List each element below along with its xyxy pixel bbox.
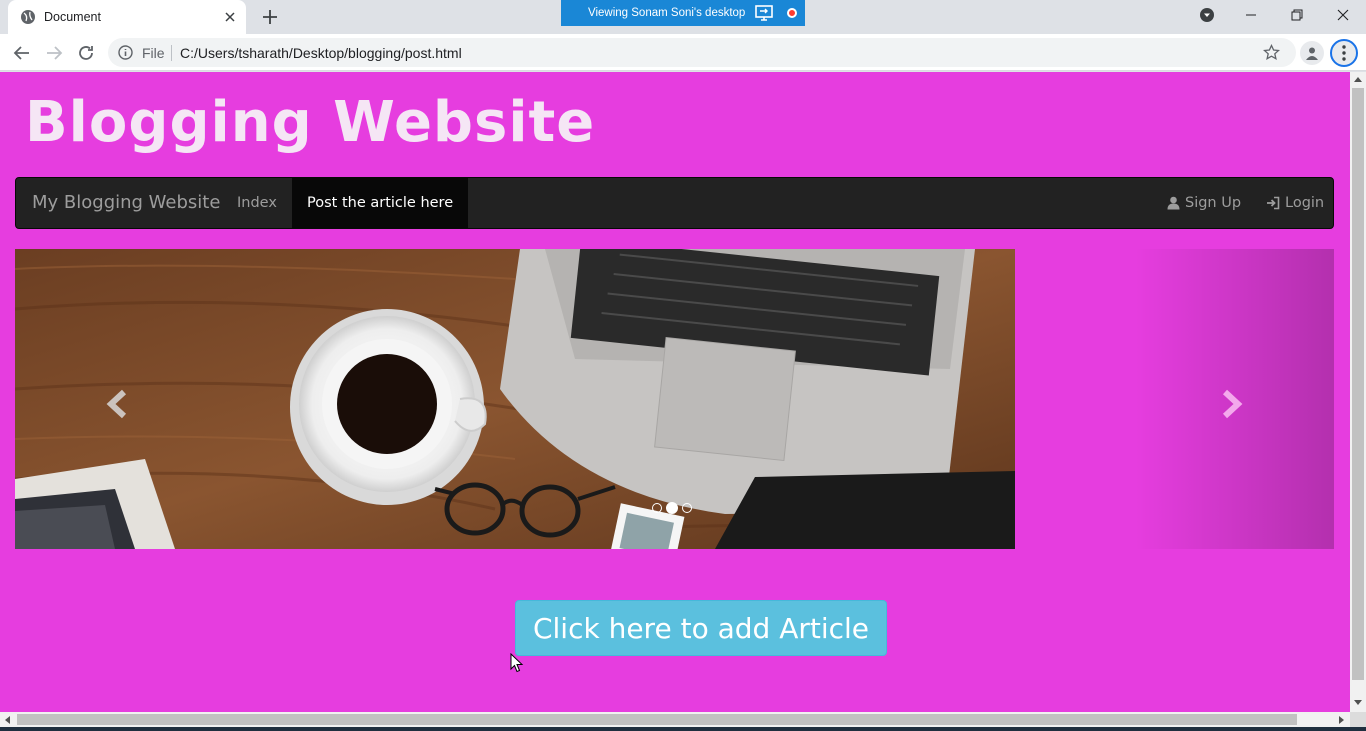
chevron-left-icon[interactable] [105, 389, 129, 419]
reload-icon [79, 46, 93, 60]
signup-link[interactable]: Sign Up [1167, 178, 1241, 228]
restore-button[interactable] [1274, 0, 1320, 30]
nav-link-index[interactable]: Index [237, 178, 277, 228]
login-link[interactable]: Login [1266, 178, 1324, 228]
url-text[interactable]: C:/Users/tsharath/Desktop/blogging/post.… [180, 45, 462, 61]
site-navbar: My Blogging Website Index Post the artic… [15, 177, 1334, 229]
profile-icon [1306, 47, 1318, 60]
screen-share-banner: Viewing Sonam Soni's desktop [561, 0, 805, 26]
kebab-menu-icon [1342, 45, 1346, 61]
globe-icon [21, 10, 35, 24]
back-button[interactable] [10, 41, 34, 65]
nav-link-post[interactable]: Post the article here [292, 178, 469, 228]
tab-title: Document [44, 10, 101, 24]
carousel-indicator-3[interactable] [682, 503, 692, 513]
chevron-right-icon[interactable] [1220, 389, 1244, 419]
browser-menu-button[interactable] [1330, 39, 1358, 67]
restore-icon [1291, 9, 1303, 21]
bookmark-star-icon[interactable] [1263, 44, 1280, 61]
tab-strip: Document Viewing Sonam Soni's desktop [0, 0, 1366, 34]
horizontal-scroll-thumb[interactable] [17, 714, 1297, 725]
user-icon [1167, 196, 1180, 210]
tab-search-button[interactable] [1184, 0, 1230, 30]
browser-toolbar: File C:/Users/tsharath/Desktop/blogging/… [0, 34, 1366, 71]
navbar-brand[interactable]: My Blogging Website [32, 192, 220, 213]
taskbar-edge [0, 727, 1366, 731]
scrollbar-corner [1350, 712, 1366, 727]
chevron-down-circle-icon [1200, 8, 1214, 22]
scroll-down-icon[interactable] [1354, 700, 1362, 706]
arrow-right-icon [47, 46, 63, 60]
minimize-button[interactable] [1228, 0, 1274, 30]
omnibox-divider [171, 45, 172, 61]
add-article-button[interactable]: Click here to add Article [515, 600, 887, 656]
site-title: Blogging Website [25, 90, 596, 155]
scroll-up-icon[interactable] [1354, 76, 1362, 82]
forward-button[interactable] [42, 41, 66, 65]
address-bar[interactable]: File C:/Users/tsharath/Desktop/blogging/… [108, 38, 1296, 67]
screen-share-icon[interactable] [755, 4, 775, 22]
share-banner-text: Viewing Sonam Soni's desktop [588, 7, 746, 19]
mouse-cursor-icon [510, 653, 524, 673]
recording-icon [787, 8, 797, 18]
file-scheme-label: File [142, 45, 165, 61]
close-window-button[interactable] [1320, 0, 1366, 30]
signup-label: Sign Up [1185, 195, 1242, 211]
page-content: Blogging Website My Blogging Website Ind… [0, 72, 1350, 712]
arrow-left-icon [13, 46, 29, 60]
scroll-left-icon[interactable] [4, 716, 10, 724]
reload-button[interactable] [74, 41, 98, 65]
close-icon [1337, 9, 1349, 21]
image-carousel[interactable] [15, 249, 1334, 549]
carousel-indicator-2[interactable] [666, 502, 678, 514]
login-label: Login [1285, 195, 1325, 211]
new-tab-icon[interactable] [260, 7, 280, 27]
carousel-indicator-1[interactable] [652, 503, 662, 513]
vertical-scroll-thumb[interactable] [1352, 88, 1364, 680]
browser-tab[interactable]: Document [8, 0, 246, 34]
profile-button[interactable] [1300, 41, 1324, 65]
login-icon [1267, 196, 1280, 210]
close-tab-icon[interactable] [222, 9, 238, 25]
vertical-scrollbar[interactable] [1350, 72, 1366, 712]
carousel-indicators [652, 502, 692, 514]
scroll-right-icon[interactable] [1339, 716, 1345, 724]
minimize-icon [1246, 14, 1256, 16]
horizontal-scrollbar[interactable] [0, 712, 1350, 727]
info-icon[interactable] [118, 45, 133, 60]
